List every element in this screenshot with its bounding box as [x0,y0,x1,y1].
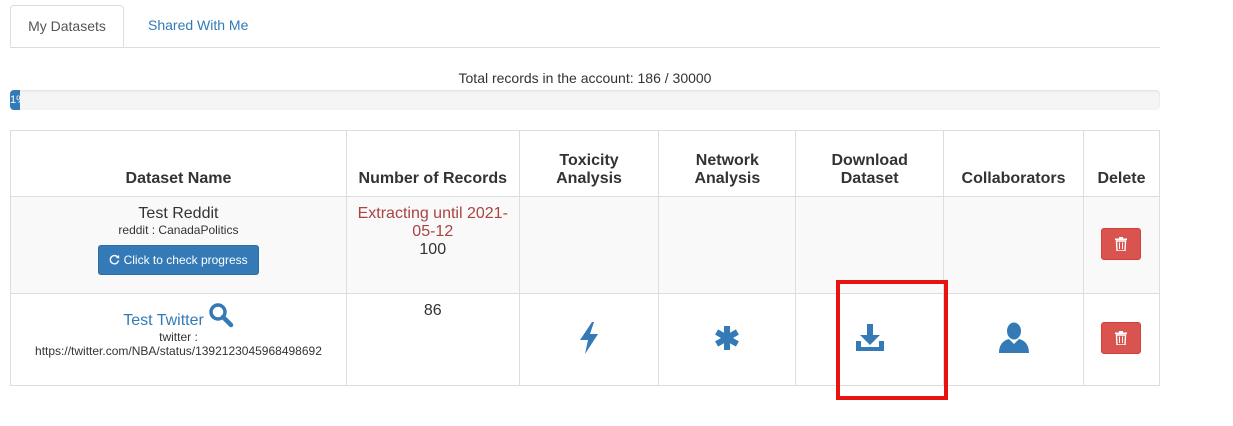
dataset-name-line: Test Twitter [19,302,338,330]
asterisk-icon[interactable] [714,325,740,351]
datasets-table: Dataset Name Number of Records Toxicity … [10,130,1161,386]
dataset-name: Test Reddit [138,205,219,222]
records-cell: Extracting until 2021- 05-12 100 [345,196,520,294]
header-network-analysis: Network Analysis [658,130,797,197]
table-header-row: Dataset Name Number of Records Toxicity … [10,130,1161,197]
download-highlight-box [836,280,948,400]
dataset-source-line1: twitter : [159,330,198,344]
header-download-dataset: Download Dataset [795,130,945,197]
header-number-of-records: Number of Records [345,130,520,197]
dataset-name-cell: Test Reddit reddit : CanadaPolitics Clic… [10,196,347,294]
header-delete: Delete [1082,130,1161,197]
header-toxicity-line2: Analysis [556,170,622,187]
check-progress-label: Click to check progress [123,253,248,267]
tab-my-datasets[interactable]: My Datasets [10,5,124,47]
toxicity-cell [518,196,660,294]
record-count: 86 [423,302,442,319]
network-cell [658,196,797,294]
delete-button[interactable] [1101,322,1142,354]
records-progress-bar: 1% [10,90,21,110]
collaborators-cell [943,196,1084,294]
records-cell: 86 [345,293,520,386]
check-progress-button[interactable]: Click to check progress [98,245,259,275]
dataset-source-line2: https://twitter.com/NBA/status/139212304… [35,344,322,358]
trash-icon [1115,236,1128,251]
header-download-line1: Download [831,152,908,169]
header-dataset-name: Dataset Name [10,130,347,197]
network-cell [658,293,797,386]
delete-cell [1082,293,1161,386]
dataset-tabs: My Datasets Shared With Me [10,5,1160,48]
dataset-name-cell: Test Twitter twitter : https://twitter.c… [10,293,347,386]
record-count: 100 [419,241,447,258]
header-network-line2: Analysis [694,170,761,187]
extracting-status-line2: 05-12 [412,223,454,240]
download-cell [795,196,945,294]
tab-shared-with-me[interactable]: Shared With Me [132,5,264,47]
refresh-icon [109,254,120,265]
header-network-line1: Network [695,152,759,169]
collaborators-cell [943,293,1084,386]
total-records-text: Total records in the account: 186 / 3000… [458,70,712,86]
table-row: Test Reddit reddit : CanadaPolitics Clic… [10,196,1161,294]
dataset-source: reddit : CanadaPolitics [118,223,239,237]
delete-button[interactable] [1101,227,1142,260]
header-collaborators: Collaborators [943,130,1084,197]
dataset-name-link[interactable]: Test Twitter [123,312,204,329]
trash-icon [1115,331,1128,345]
header-download-line2: Dataset [840,170,899,187]
table-row: Test Twitter twitter : https://twitter.c… [10,293,1161,386]
toxicity-cell [518,293,660,386]
bolt-icon[interactable] [578,322,600,354]
delete-cell [1082,196,1161,294]
records-progress: 1% [10,90,1160,110]
extracting-status-line1: Extracting until 2021- [357,205,508,222]
search-icon[interactable] [208,302,234,328]
header-toxicity-line1: Toxicity [559,152,619,169]
header-toxicity-analysis: Toxicity Analysis [518,130,660,197]
user-icon[interactable] [998,322,1030,354]
